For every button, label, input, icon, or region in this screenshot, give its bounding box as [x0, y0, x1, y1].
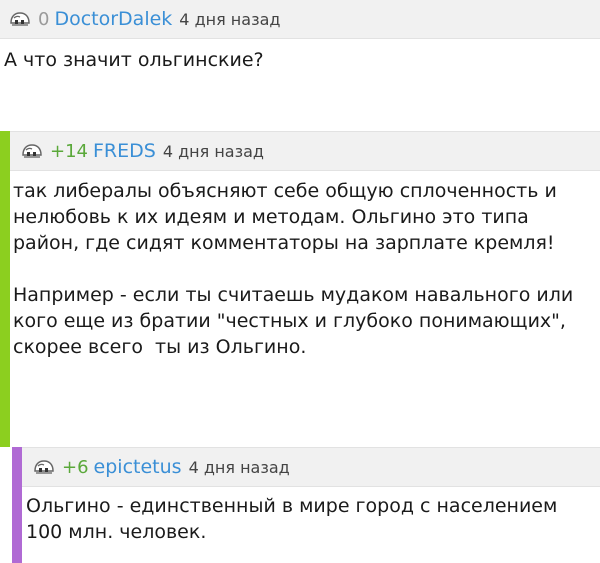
comment-username[interactable]: DoctorDalek [54, 8, 172, 30]
comment-epictetus: +6 epictetus 4 дня назад Ольгино - единс… [0, 447, 600, 563]
thread-level-bar [0, 131, 10, 447]
avatar-face-icon[interactable] [20, 141, 44, 161]
comment-text: А что значит ольгинские? [4, 49, 264, 71]
avatar-face-icon[interactable] [32, 457, 56, 477]
comment-username[interactable]: epictetus [94, 456, 182, 478]
comment-freds: +14 FREDS 4 дня назад так либералы объяс… [0, 131, 600, 447]
comment-text: так либералы объясняют себе общую сплоче… [13, 180, 574, 358]
comment-timestamp: 4 дня назад [179, 9, 281, 29]
thread-level-bar [12, 447, 22, 563]
comment-header: 0 DoctorDalek 4 дня назад [0, 0, 600, 39]
comments-thread: 0 DoctorDalek 4 дня назад А что значит о… [0, 0, 600, 563]
comment-rating: 0 [38, 8, 50, 30]
comment-rating: +14 [50, 140, 88, 162]
avatar-face-icon[interactable] [8, 9, 32, 29]
comment-timestamp: 4 дня назад [188, 457, 290, 477]
comment-timestamp: 4 дня назад [162, 141, 264, 161]
comment-header: +14 FREDS 4 дня назад [10, 131, 600, 171]
comment-rating: +6 [62, 456, 89, 478]
comment-username[interactable]: FREDS [93, 140, 156, 162]
comment-text: Ольгино - единственный в мире город с на… [26, 495, 564, 543]
comment-doctordalek: 0 DoctorDalek 4 дня назад А что значит о… [0, 0, 600, 131]
comment-header: +6 epictetus 4 дня назад [22, 447, 600, 487]
